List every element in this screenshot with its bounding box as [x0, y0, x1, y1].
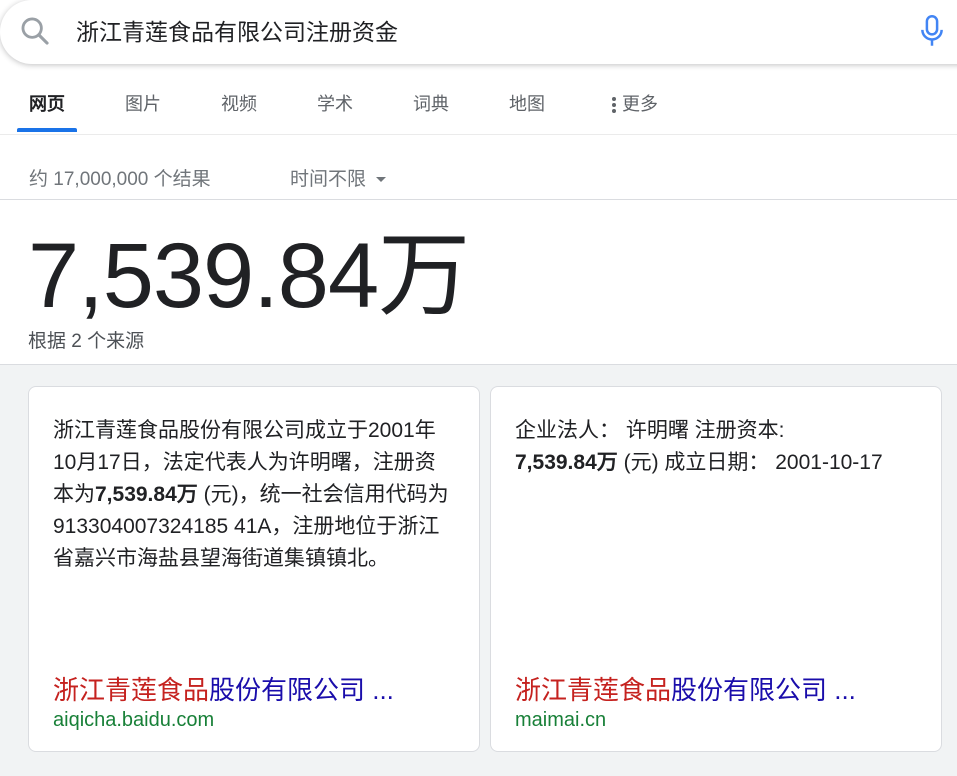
tab-dictionary[interactable]: 词典 [413, 90, 449, 132]
dropdown-caret-icon [376, 177, 387, 183]
tab-more[interactable]: 更多 [612, 90, 658, 132]
source-url: aiqicha.baidu.com [53, 709, 215, 731]
tab-web[interactable]: 网页 [29, 90, 65, 132]
search-icon[interactable] [18, 14, 52, 48]
source-link-highlight: 浙江青莲食品 [53, 675, 210, 705]
search-tabs: 网页 图片 视频 学术 词典 地图 更多 [0, 64, 957, 135]
snippet-highlight: 7,539.84万 [95, 483, 198, 506]
source-link[interactable]: 浙江青莲食品股份有限公司 ... [515, 673, 856, 707]
snippet-highlight: 7,539.84万 [515, 451, 618, 474]
snippet-text: 企业法人： 许明曙 注册资本: [515, 419, 785, 442]
tab-more-label: 更多 [622, 94, 658, 114]
time-filter-label: 时间不限 [290, 169, 367, 190]
source-url: maimai.cn [515, 709, 607, 731]
tab-maps[interactable]: 地图 [509, 90, 545, 132]
time-filter-dropdown[interactable]: 时间不限 [290, 164, 387, 191]
search-bar [0, 0, 957, 64]
active-tab-indicator [17, 128, 77, 132]
source-link-highlight: 浙江青莲食品 [515, 675, 672, 705]
source-card[interactable]: 企业法人： 许明曙 注册资本: 7,539.84万 (元) 成立日期： 2001… [490, 386, 942, 752]
answer-value: 7,539.84万 [28, 225, 470, 327]
source-card[interactable]: 浙江青莲食品股份有限公司成立于2001年10月17日，法定代表人为许明曙，注册资… [28, 386, 480, 752]
answer-source-count: 根据 2 个来源 [28, 331, 145, 352]
tab-videos[interactable]: 视频 [221, 90, 257, 132]
source-cards: 浙江青莲食品股份有限公司成立于2001年10月17日，法定代表人为许明曙，注册资… [0, 365, 957, 776]
featured-answer: 7,539.84万 根据 2 个来源 [0, 199, 957, 365]
source-link-text: 股份有限公司 ... [209, 675, 394, 705]
snippet-text: (元) 成立日期： 2001-10-17 [617, 451, 883, 474]
source-snippet: 浙江青莲食品股份有限公司成立于2001年10月17日，法定代表人为许明曙，注册资… [53, 415, 453, 575]
more-vert-icon [612, 95, 616, 115]
tab-scholar[interactable]: 学术 [317, 90, 353, 132]
microphone-icon[interactable] [918, 14, 946, 48]
tab-images[interactable]: 图片 [125, 90, 161, 132]
search-input[interactable] [76, 14, 896, 50]
source-snippet: 企业法人： 许明曙 注册资本: 7,539.84万 (元) 成立日期： 2001… [515, 415, 915, 479]
source-link-text: 股份有限公司 ... [671, 675, 856, 705]
source-link[interactable]: 浙江青莲食品股份有限公司 ... [53, 673, 394, 707]
result-stats: 约 17,000,000 个结果 [29, 169, 211, 190]
